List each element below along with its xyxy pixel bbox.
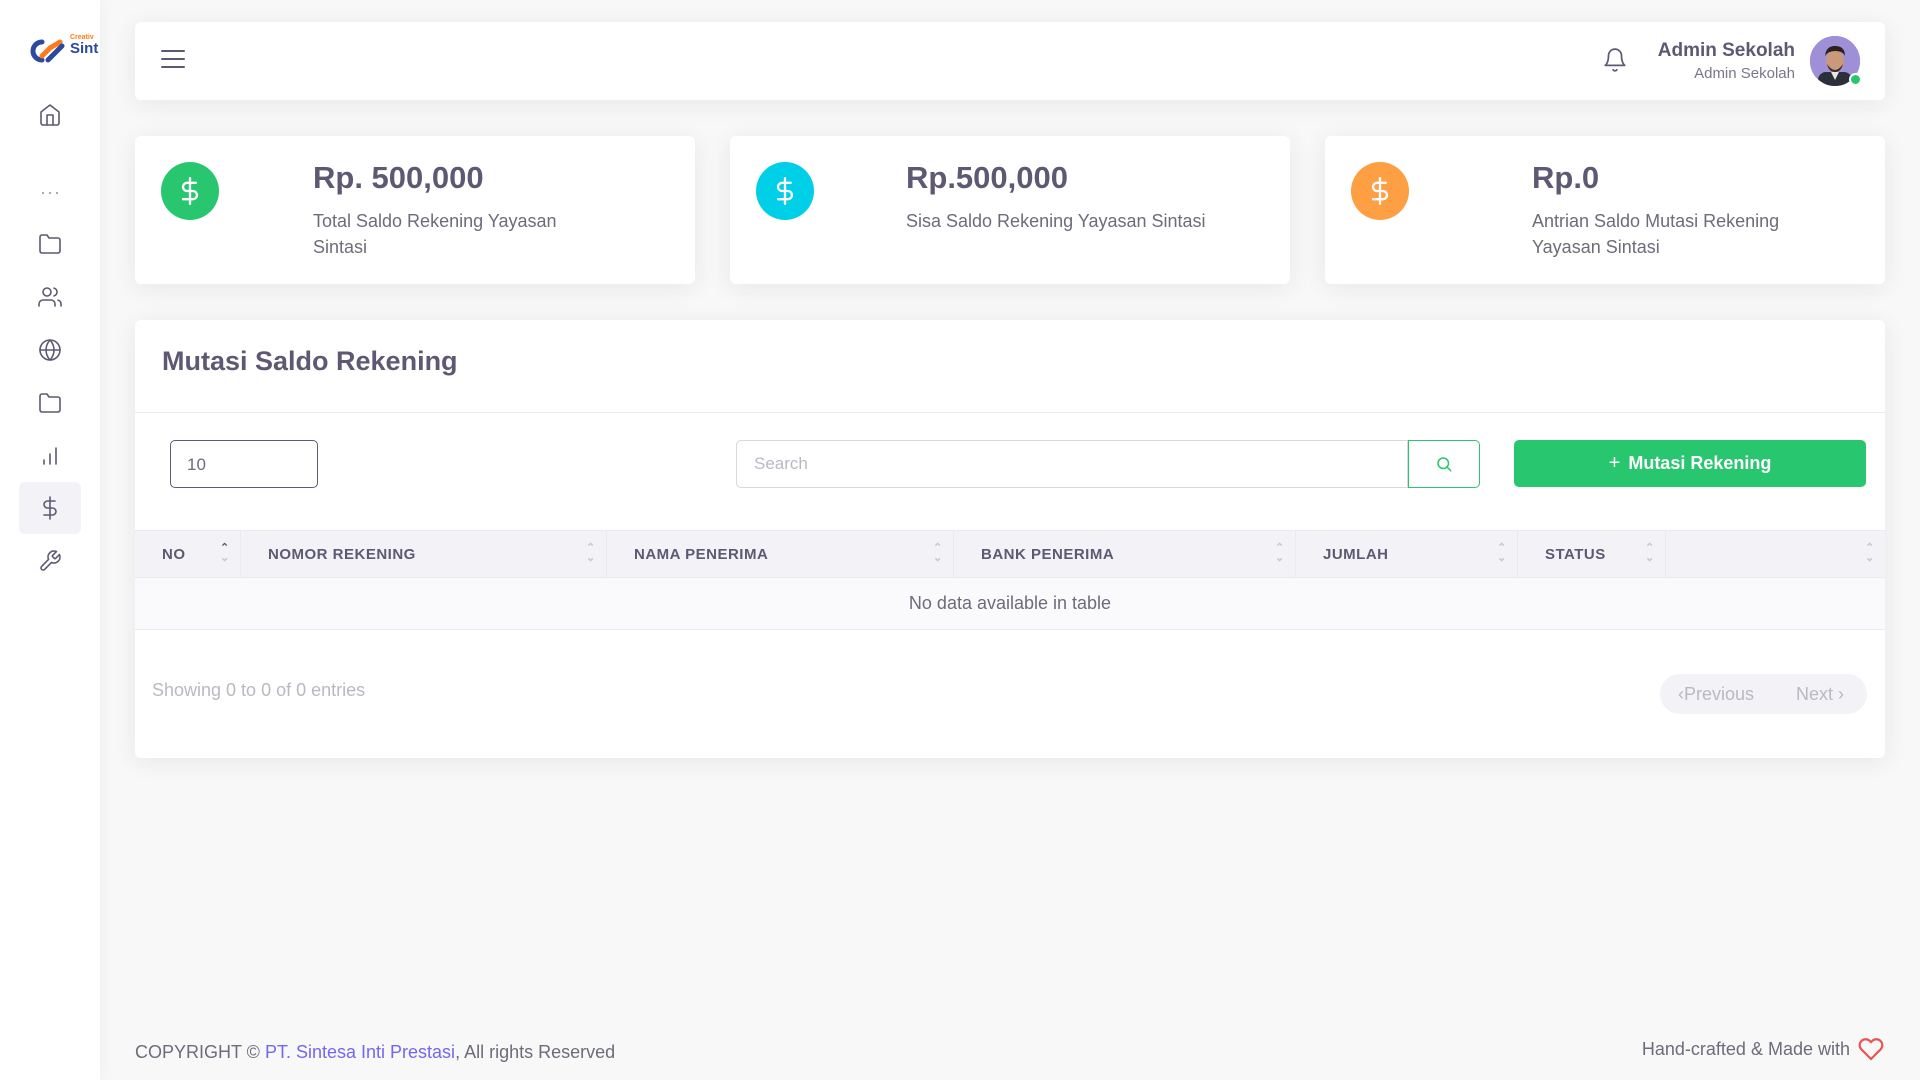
sort-icon: ⌃ ⌄ (1497, 542, 1507, 564)
sort-icon: ⌃ ⌄ (1275, 542, 1285, 564)
sidebar-item-reports[interactable] (19, 430, 81, 482)
stat-value: Rp.500,000 (906, 160, 1068, 195)
stat-value: Rp.0 (1532, 160, 1600, 195)
dollar-sign-icon (756, 162, 814, 220)
heart-icon (1858, 1038, 1884, 1061)
rights-text: , All rights Reserved (455, 1042, 616, 1062)
card-title: Mutasi Saldo Rekening (162, 346, 458, 376)
brand-logo[interactable]: Creativ Sint (28, 34, 98, 66)
folder-icon (39, 393, 61, 413)
column-header-bank-penerima[interactable]: BANK PENERIMA ⌃ ⌄ (954, 531, 1296, 577)
stat-label: Sisa Saldo Rekening Yayasan Sintasi (906, 211, 1206, 231)
next-page-button[interactable]: Next › (1796, 684, 1844, 705)
notification-bell-icon[interactable] (1602, 47, 1630, 75)
bar-chart-icon (43, 447, 57, 465)
footer-copyright: COPYRIGHT © PT. Sintesa Inti Prestasi, A… (135, 1042, 615, 1063)
dollar-sign-icon (1351, 162, 1409, 220)
sort-icon: ⌃ ⌄ (933, 542, 943, 564)
dollar-sign-icon (43, 496, 57, 520)
add-mutasi-label: Mutasi Rekening (1628, 453, 1772, 473)
column-label: NO (162, 545, 186, 563)
stat-value: Rp. 500,000 (313, 160, 484, 195)
stat-card-sisa-saldo: Rp.500,000 Sisa Saldo Rekening Yayasan S… (730, 136, 1290, 284)
column-label: JUMLAH (1323, 545, 1389, 563)
logo-name: Sint (70, 40, 99, 57)
stat-label: Total Saldo Rekening Yayasan Sintasi (313, 211, 557, 257)
sidebar-item-globe[interactable] (19, 324, 81, 376)
users-icon (38, 287, 62, 307)
next-label: Next (1796, 684, 1834, 704)
table-header: NO ⌃ ⌄ NOMOR REKENING ⌃ ⌄ NAMA PENERIMA ⌃ ⌄… (135, 530, 1885, 578)
add-mutasi-button[interactable]: + Mutasi Rekening (1514, 440, 1866, 487)
sidebar-item-folder[interactable] (19, 218, 81, 270)
menu-toggle-icon[interactable] (161, 50, 185, 72)
stat-card-total-saldo: Rp. 500,000 Total Saldo Rekening Yayasan… (135, 136, 695, 284)
stat-label: Antrian Saldo Mutasi Rekening Yayasan Si… (1532, 211, 1780, 257)
tool-icon (40, 550, 61, 571)
previous-page-button[interactable]: ‹Previous (1678, 684, 1754, 705)
plus-icon: + (1608, 452, 1621, 474)
sidebar-item-home[interactable] (19, 89, 81, 141)
avatar[interactable] (1810, 36, 1862, 86)
column-header-actions[interactable]: ⌃ ⌄ (1666, 531, 1885, 577)
column-label: NOMOR REKENING (268, 545, 416, 563)
chevron-right-icon: › (1833, 684, 1845, 704)
previous-label: Previous (1684, 684, 1755, 704)
pagination: ‹Previous Next › (1660, 674, 1867, 714)
column-header-status[interactable]: STATUS ⌃ ⌄ (1518, 531, 1666, 577)
globe-icon (39, 339, 61, 361)
sidebar-item-tools[interactable] (19, 535, 81, 587)
sidebar: Creativ Sint ··· (0, 0, 100, 1080)
copyright-text: COPYRIGHT © (135, 1042, 260, 1062)
logo-icon (30, 39, 65, 63)
sidebar-item-folder-2[interactable] (19, 377, 81, 429)
search-input[interactable] (736, 440, 1408, 488)
user-name[interactable]: Admin Sekolah (1658, 40, 1795, 62)
more-horizontal-icon: ··· (40, 182, 61, 202)
sidebar-item-finance[interactable] (19, 482, 81, 534)
sort-icon: ⌃ ⌄ (1865, 542, 1875, 564)
sort-icon: ⌃ ⌄ (586, 542, 596, 564)
table-empty-row: No data available in table (135, 578, 1885, 630)
column-label: STATUS (1545, 545, 1606, 563)
column-header-nomor-rekening[interactable]: NOMOR REKENING ⌃ ⌄ (241, 531, 607, 577)
table-info: Showing 0 to 0 of 0 entries (152, 680, 366, 700)
home-icon (40, 104, 60, 126)
dollar-sign-icon (161, 162, 219, 220)
folder-icon (39, 234, 61, 254)
column-header-no[interactable]: NO ⌃ ⌄ (135, 531, 241, 577)
sidebar-item-users[interactable] (19, 271, 81, 323)
column-label: BANK PENERIMA (981, 545, 1115, 563)
sort-icon: ⌃ ⌄ (1645, 542, 1655, 564)
stat-card-antrian-saldo: Rp.0 Antrian Saldo Mutasi Rekening Yayas… (1325, 136, 1885, 284)
column-header-jumlah[interactable]: JUMLAH ⌃ ⌄ (1296, 531, 1518, 577)
footer-credit: Hand-crafted & Made with (1642, 1036, 1884, 1062)
column-label: NAMA PENERIMA (634, 545, 769, 563)
page-length-select[interactable]: 10 (170, 440, 318, 488)
search-icon (1437, 457, 1452, 472)
made-with-text: Hand-crafted & Made with (1641, 1038, 1850, 1059)
divider (135, 412, 1885, 413)
online-status-badge (1849, 73, 1862, 86)
column-header-nama-penerima[interactable]: NAMA PENERIMA ⌃ ⌄ (607, 531, 954, 577)
search-button[interactable] (1408, 440, 1480, 488)
company-link[interactable]: PT. Sintesa Inti Prestasi (265, 1042, 455, 1062)
top-navbar: Admin Sekolah Admin Sekolah (135, 22, 1885, 100)
mutasi-saldo-card: Mutasi Saldo Rekening 10 + Mutasi Rekeni… (135, 320, 1885, 758)
sort-icon: ⌃ ⌄ (220, 542, 230, 564)
user-role: Admin Sekolah (1694, 65, 1795, 82)
